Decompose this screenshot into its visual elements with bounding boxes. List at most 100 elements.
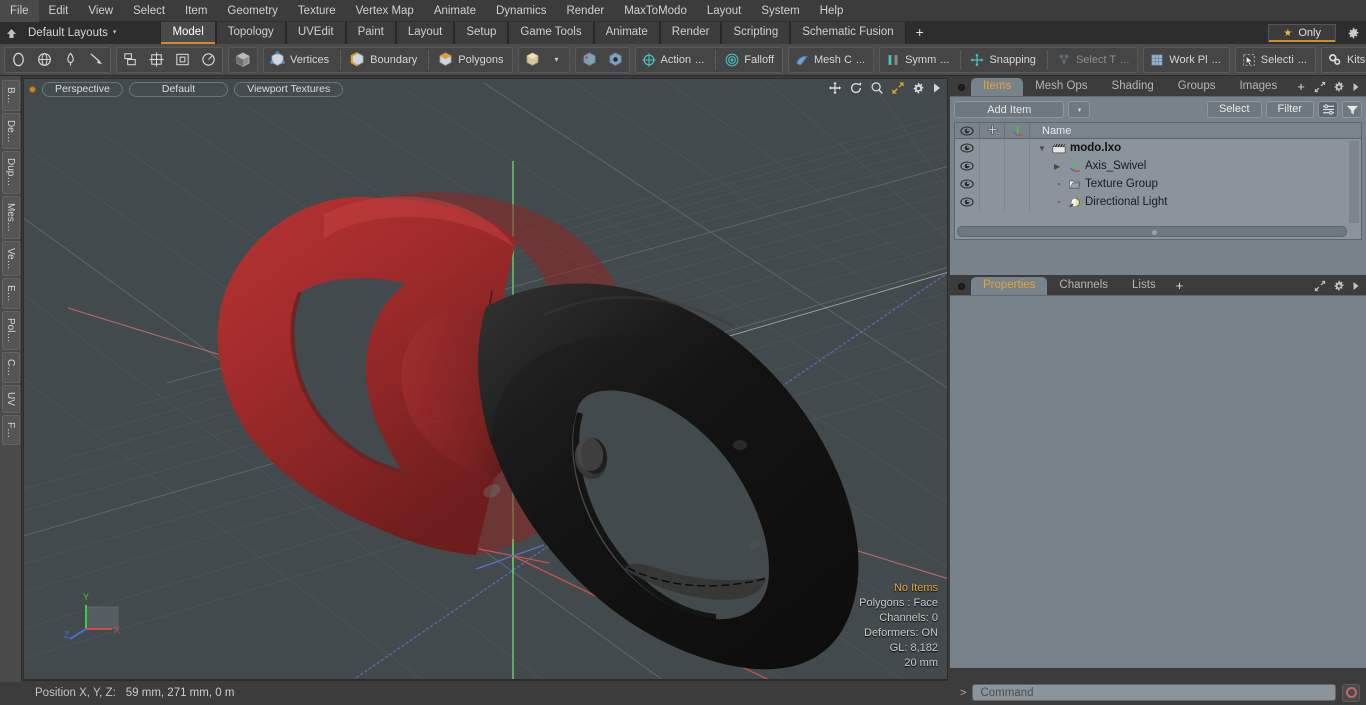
menu-item-animate[interactable]: Animate [424, 0, 486, 22]
add-panel-tab-button[interactable]: + [1289, 78, 1313, 96]
menu-item-vertex-map[interactable]: Vertex Map [346, 0, 424, 22]
row-visibility-toggle[interactable] [955, 175, 980, 193]
sidebar-item-basic[interactable]: B… [1, 80, 20, 111]
row-axis-cell[interactable] [1005, 157, 1030, 175]
tab-scripting[interactable]: Scripting [721, 22, 791, 44]
sidebar-item-duplicate[interactable]: Dup… [1, 151, 20, 194]
row-visibility-toggle[interactable] [955, 139, 980, 157]
circle-tool-icon[interactable] [6, 49, 31, 71]
sidebar-item-vertex[interactable]: Ve… [1, 240, 20, 277]
gear-icon[interactable] [912, 82, 925, 95]
tab-channels[interactable]: Channels [1047, 277, 1120, 295]
table-row[interactable]: ▼ modo.lxo [955, 139, 1361, 157]
row-lock-cell[interactable] [980, 193, 1005, 211]
gear-icon[interactable] [1333, 81, 1345, 93]
list-options-icon[interactable] [1318, 101, 1338, 118]
sidebar-item-curve[interactable]: C… [1, 351, 20, 383]
expander-icon[interactable]: ▼ [1038, 144, 1048, 153]
tab-topology[interactable]: Topology [215, 22, 286, 44]
sidebar-item-polygon[interactable]: Pol… [1, 311, 20, 350]
tab-layout[interactable]: Layout [395, 22, 455, 44]
fit-icon[interactable] [891, 81, 905, 95]
viewport-3d[interactable]: Perspective Default Viewport Textures Y … [23, 78, 948, 680]
zoom-icon[interactable] [870, 81, 884, 95]
uv-select-icon-1[interactable] [577, 49, 602, 71]
expand-icon[interactable] [1314, 280, 1326, 292]
menu-item-select[interactable]: Select [123, 0, 175, 22]
tab-images[interactable]: Images [1227, 78, 1289, 96]
viewport-shading-mode[interactable]: Viewport Textures [234, 81, 344, 97]
array-tool-icon[interactable] [118, 49, 143, 71]
add-properties-tab-button[interactable]: + [1168, 277, 1192, 295]
home-icon[interactable] [0, 22, 22, 44]
sidebar-item-deform[interactable]: De… [1, 112, 20, 150]
tab-schematic-fusion[interactable]: Schematic Fusion [790, 22, 906, 44]
kits-button[interactable]: Kits [1323, 49, 1366, 71]
row-visibility-toggle[interactable] [955, 157, 980, 175]
work-plane-button[interactable]: Work Pl ... [1145, 49, 1227, 71]
sidebar-item-fusion[interactable]: F… [1, 414, 20, 445]
menu-item-geometry[interactable]: Geometry [217, 0, 288, 22]
menu-item-layout[interactable]: Layout [697, 0, 752, 22]
rotate-icon[interactable] [849, 81, 863, 95]
bounding-tool-icon[interactable] [170, 49, 195, 71]
tab-lists[interactable]: Lists [1120, 277, 1168, 295]
tab-model[interactable]: Model [160, 22, 216, 44]
tab-setup[interactable]: Setup [454, 22, 509, 44]
symmetry-button[interactable]: Symm ... [881, 49, 956, 71]
vertices-mode-button[interactable]: Vertices [265, 49, 336, 71]
arrow-icon[interactable] [1352, 281, 1360, 291]
tab-uvedit[interactable]: UVEdit [285, 22, 346, 44]
arrow-icon[interactable] [932, 82, 942, 94]
row-name-cell[interactable]: ▪ Directional Light [1030, 196, 1167, 209]
sidebar-item-edge[interactable]: E… [1, 278, 20, 310]
uv-select-icon-2[interactable] [603, 49, 628, 71]
tab-groups[interactable]: Groups [1166, 78, 1228, 96]
menu-item-dynamics[interactable]: Dynamics [486, 0, 556, 22]
row-visibility-toggle[interactable] [955, 193, 980, 211]
row-axis-cell[interactable] [1005, 139, 1030, 157]
falloff-button[interactable]: Falloff [720, 49, 781, 71]
sidebar-item-mesh-edit[interactable]: Mes… [1, 195, 20, 239]
sphere-tool-icon[interactable] [32, 49, 57, 71]
menu-item-view[interactable]: View [78, 0, 123, 22]
item-tree-scrollbar-vertical[interactable] [1349, 141, 1359, 223]
table-row[interactable]: ▪ Texture Group [955, 175, 1361, 193]
command-input[interactable] [972, 684, 1336, 701]
tab-paint[interactable]: Paint [345, 22, 396, 44]
tab-animate[interactable]: Animate [593, 22, 660, 44]
panel-menu-dot[interactable] [958, 84, 965, 91]
row-axis-cell[interactable] [1005, 175, 1030, 193]
menu-item-edit[interactable]: Edit [39, 0, 79, 22]
menu-item-maxtomodo[interactable]: MaxToModo [614, 0, 697, 22]
center-tool-icon[interactable] [144, 49, 169, 71]
sidebar-item-uv[interactable]: UV [1, 384, 20, 413]
mesh-constraint-button[interactable]: Mesh C ... [790, 49, 872, 71]
tab-shading[interactable]: Shading [1100, 78, 1166, 96]
table-row[interactable]: ▶ Axis_Swivel [955, 157, 1361, 175]
filter-funnel-icon[interactable] [1342, 101, 1362, 118]
curve-tool-icon[interactable] [84, 49, 109, 71]
row-name-cell[interactable]: ▼ modo.lxo [1030, 142, 1121, 154]
expander-icon[interactable]: ▶ [1054, 162, 1064, 171]
arrow-icon[interactable] [1352, 82, 1360, 92]
gear-icon[interactable] [1333, 280, 1345, 292]
expand-icon[interactable] [1314, 81, 1326, 93]
menu-item-file[interactable]: File [0, 0, 39, 22]
snapping-button[interactable]: Snapping [965, 49, 1043, 71]
action-center-button[interactable]: Action ... [637, 49, 712, 71]
only-toggle-button[interactable]: ★ Only [1268, 24, 1336, 42]
viewport-active-dot[interactable] [29, 85, 36, 93]
add-item-button[interactable]: Add Item [954, 101, 1065, 118]
tab-properties[interactable]: Properties [971, 277, 1048, 295]
chevron-down-icon[interactable]: ▾ [546, 49, 568, 71]
tab-render[interactable]: Render [659, 22, 722, 44]
select-through-button[interactable]: Select T ... [1052, 49, 1136, 71]
layout-selector[interactable]: Default Layouts ▾ [22, 22, 124, 44]
chevron-down-icon[interactable]: ▾ [1068, 101, 1091, 118]
table-row[interactable]: ▪ Directional Light [955, 193, 1361, 211]
panel-menu-dot[interactable] [958, 283, 965, 290]
row-lock-cell[interactable] [980, 157, 1005, 175]
menu-item-render[interactable]: Render [556, 0, 614, 22]
polygons-mode-button[interactable]: Polygons [433, 49, 510, 71]
